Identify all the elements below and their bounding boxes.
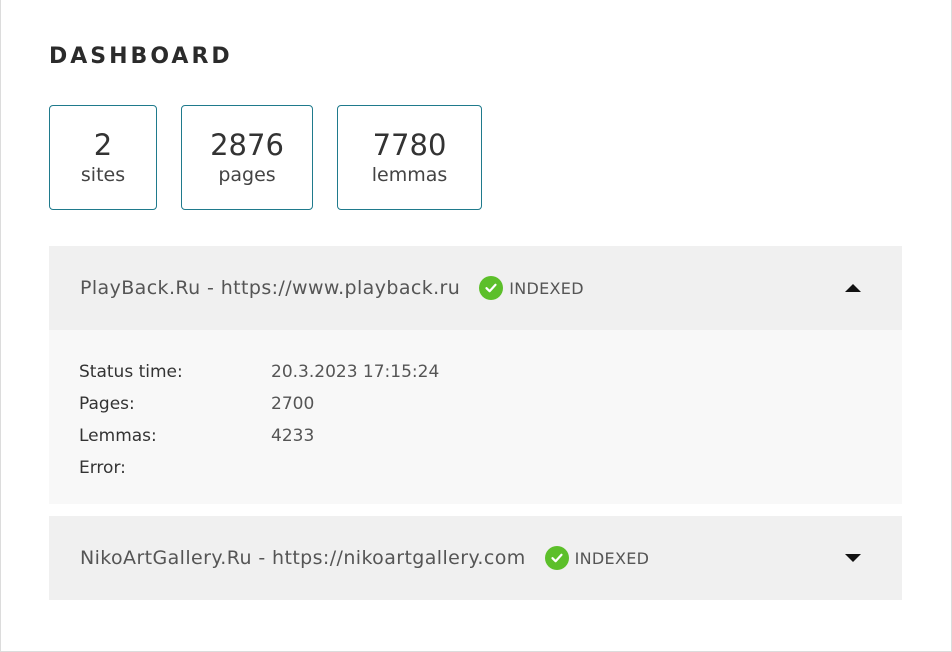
detail-value: 2700 (271, 394, 315, 414)
detail-row-pages: Pages: 2700 (79, 388, 902, 420)
check-circle-icon (544, 546, 569, 570)
detail-value: 4233 (271, 426, 315, 446)
site-header[interactable]: PlayBack.Ru - https://www.playback.ru IN… (49, 246, 902, 330)
page-title: DASHBOARD (49, 44, 233, 69)
detail-row-status-time: Status time: 20.3.2023 17:15:24 (79, 356, 902, 388)
site-item-nikoartgallery: NikoArtGallery.Ru - https://nikoartgalle… (49, 516, 902, 600)
chevron-up-icon[interactable] (844, 282, 862, 294)
stat-value: 2876 (210, 127, 284, 162)
chevron-down-icon[interactable] (844, 552, 862, 564)
status-badge: INDEXED (544, 546, 650, 570)
stat-label: pages (218, 163, 276, 186)
stat-card-lemmas: 7780 lemmas (337, 105, 482, 210)
site-item-playback: PlayBack.Ru - https://www.playback.ru IN… (49, 246, 902, 504)
check-circle-icon (479, 276, 504, 300)
stats-panel: 2 sites 2876 pages 7780 lemmas (49, 105, 506, 210)
detail-label: Lemmas: (79, 426, 157, 446)
detail-label: Status time: (79, 362, 183, 382)
site-details: Status time: 20.3.2023 17:15:24 Pages: 2… (49, 330, 902, 504)
detail-row-lemmas: Lemmas: 4233 (79, 420, 902, 452)
stat-value: 2 (93, 127, 113, 162)
site-name: NikoArtGallery.Ru - https://nikoartgalle… (80, 547, 526, 569)
detail-row-error: Error: (79, 452, 902, 484)
status-text: INDEXED (574, 548, 650, 568)
stat-label: sites (80, 163, 126, 186)
detail-label: Error: (79, 458, 126, 478)
status-text: INDEXED (509, 278, 584, 298)
stat-value: 7780 (372, 127, 447, 162)
site-header[interactable]: NikoArtGallery.Ru - https://nikoartgalle… (49, 516, 902, 600)
stat-label: lemmas (371, 163, 448, 186)
status-badge: INDEXED (479, 276, 584, 300)
stat-card-sites: 2 sites (49, 105, 157, 210)
detail-value: 20.3.2023 17:15:24 (271, 362, 440, 382)
detail-label: Pages: (79, 394, 135, 414)
stat-card-pages: 2876 pages (181, 105, 313, 210)
site-name: PlayBack.Ru - https://www.playback.ru (80, 277, 461, 299)
